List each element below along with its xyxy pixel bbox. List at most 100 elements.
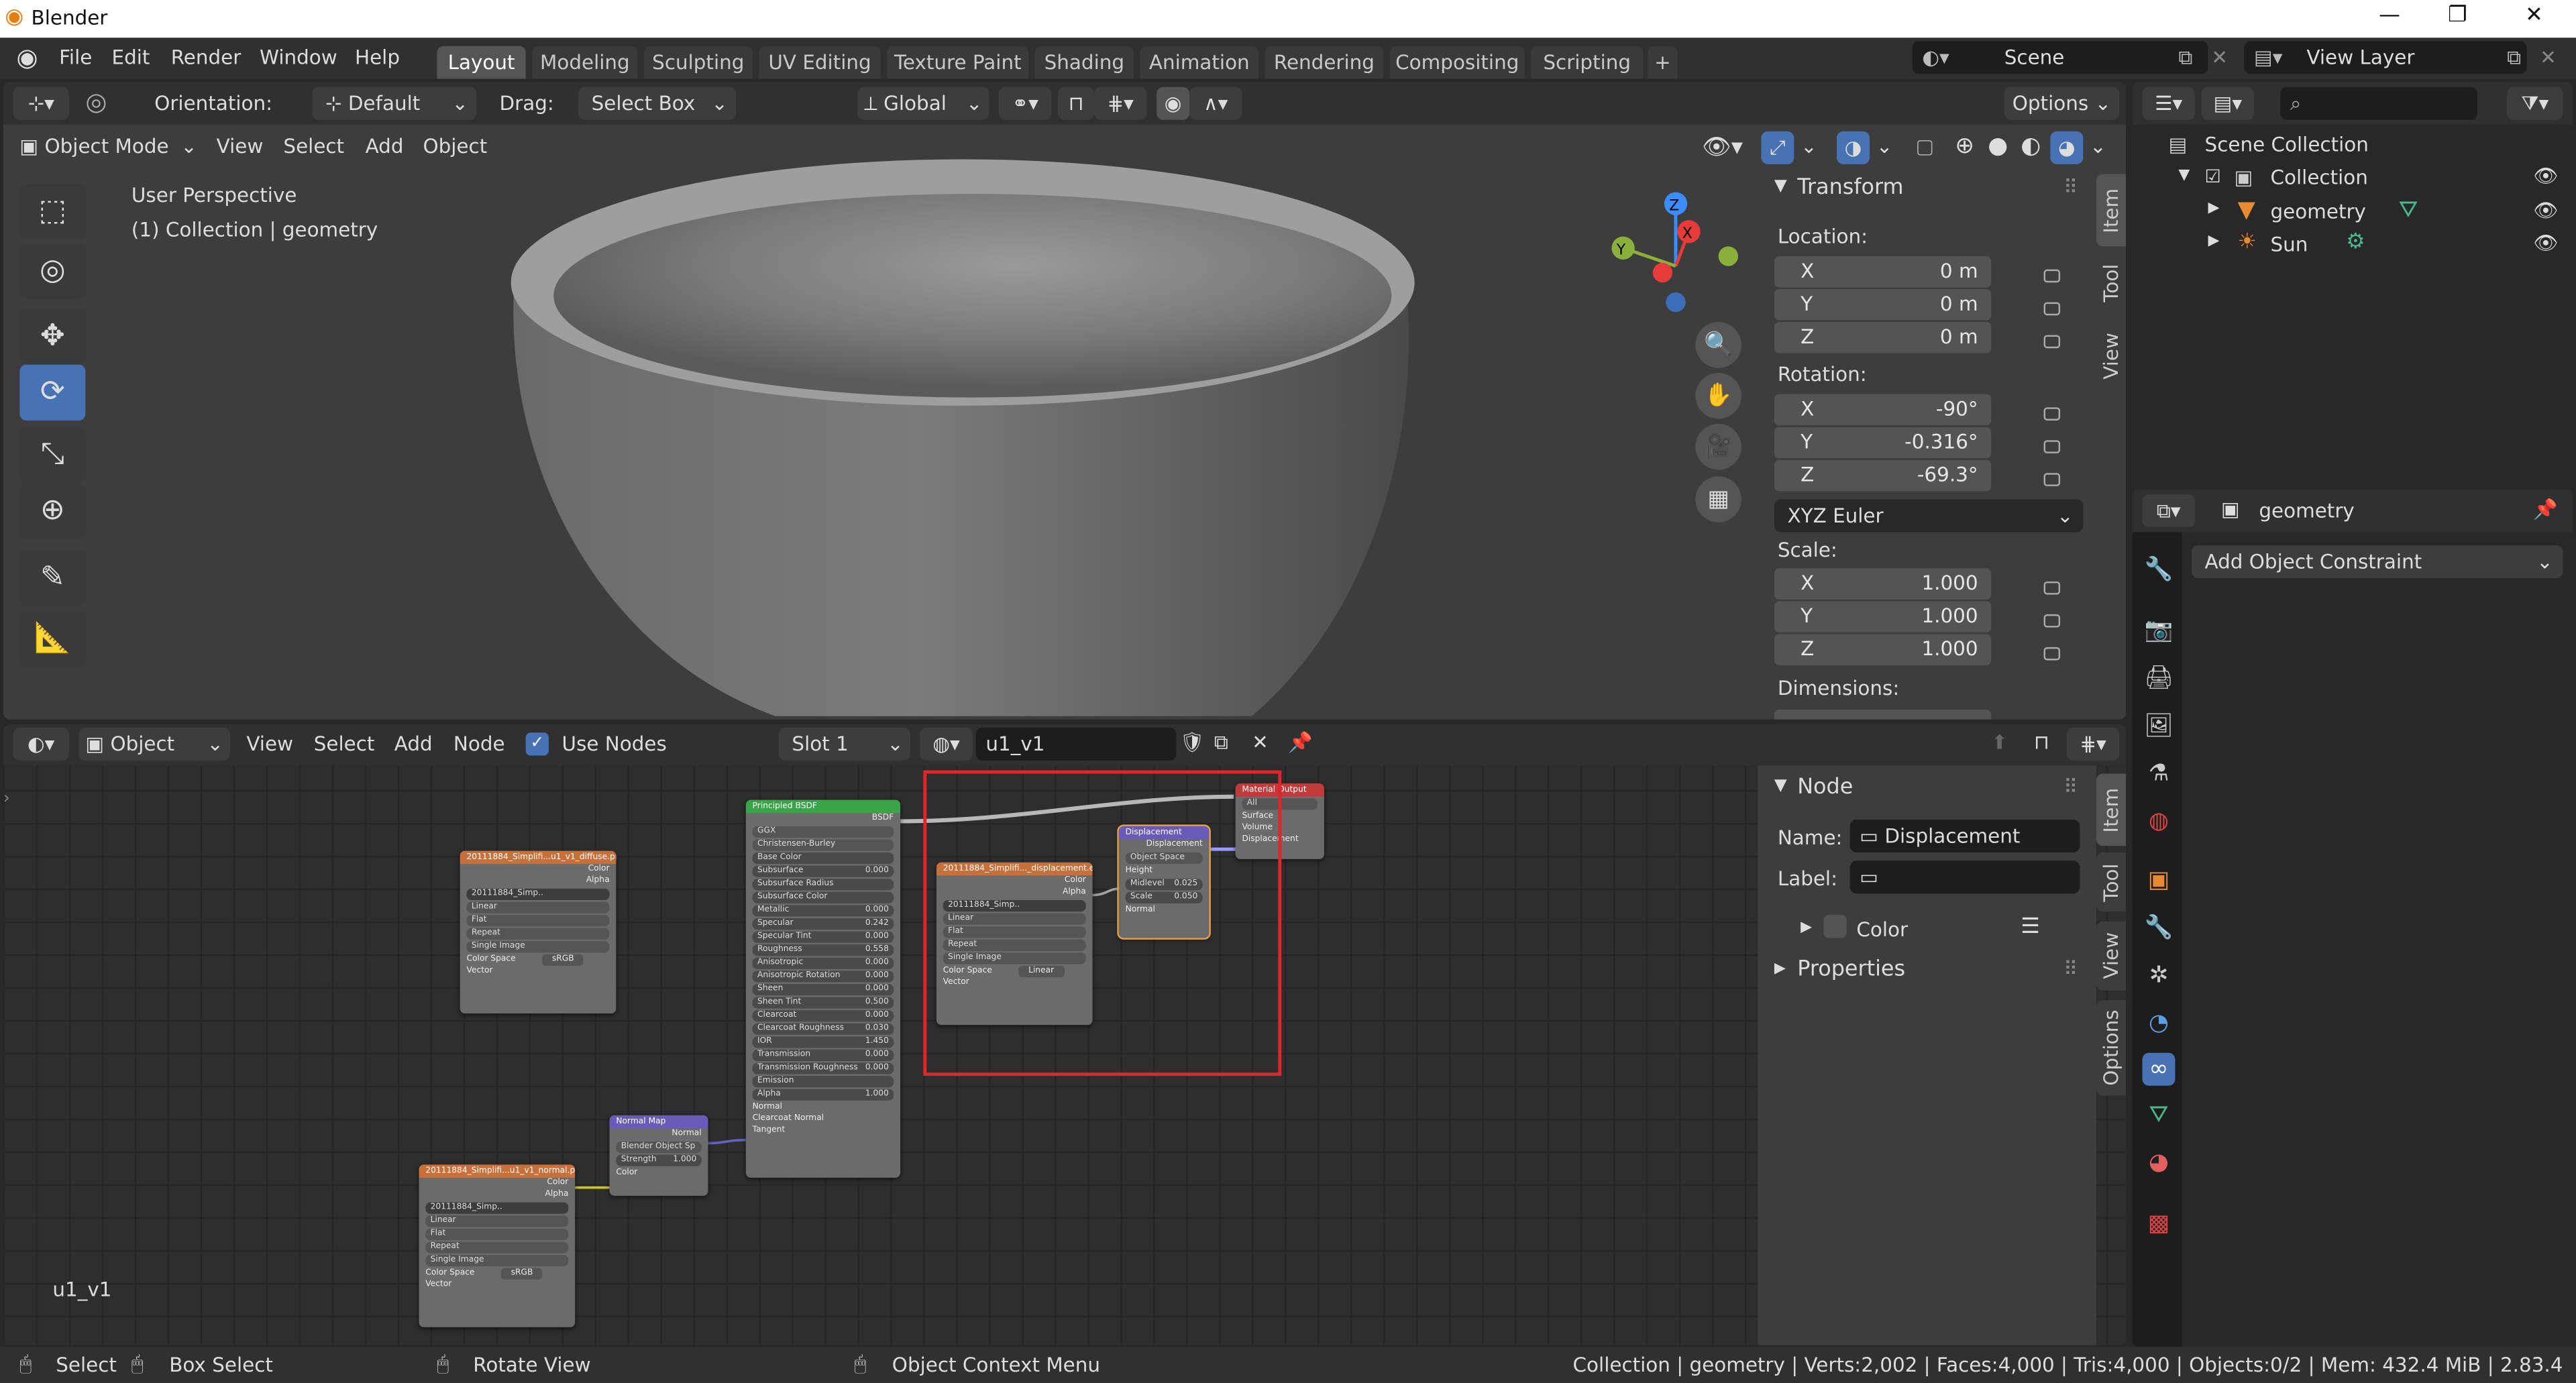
snap-node-icon[interactable]: ⊓ bbox=[2034, 731, 2049, 754]
xray-icon[interactable]: ▢ bbox=[1916, 135, 1935, 158]
eye-icon[interactable]: 👁 bbox=[2533, 199, 2558, 221]
color-expand-icon[interactable]: ▶ bbox=[1801, 920, 1812, 936]
data-properties-icon[interactable]: ⛛ bbox=[2142, 1099, 2175, 1131]
expand-collection-icon[interactable]: ▼ bbox=[2178, 168, 2190, 184]
bsdf-input-row[interactable]: Anisotropic 0.000 bbox=[752, 957, 894, 969]
bsdf-input-row[interactable]: IOR 1.450 bbox=[752, 1036, 894, 1048]
location-x-field[interactable]: X 0 m bbox=[1774, 256, 1992, 288]
lock-icon[interactable] bbox=[2043, 614, 2061, 628]
location-y-field[interactable]: Y 0 m bbox=[1774, 289, 1992, 321]
shader-node-editor[interactable]: ◐▾ ▣ Object ⌄ View Select Add Node ✓ Use … bbox=[3, 724, 2127, 1345]
material-properties-icon[interactable]: ◕ bbox=[2142, 1146, 2175, 1179]
tab-rendering[interactable]: Rendering bbox=[1265, 46, 1384, 79]
color-space-row[interactable]: Color Space sRGB bbox=[419, 1268, 575, 1280]
tab-modeling[interactable]: Modeling bbox=[532, 46, 638, 79]
scale-tool[interactable]: ⤡ bbox=[19, 427, 86, 484]
remove-scene-icon[interactable]: ✕ bbox=[2211, 46, 2228, 69]
projection-dropdown[interactable]: Flat bbox=[466, 915, 610, 927]
lock-icon[interactable] bbox=[2043, 647, 2061, 661]
filter-button[interactable]: ⧩▾ bbox=[2507, 87, 2563, 120]
output-properties-icon[interactable]: 🖨 bbox=[2142, 662, 2175, 695]
transform-tool[interactable]: ⊕ bbox=[19, 483, 86, 539]
properties-editor-type-button[interactable]: ⧉▾ bbox=[2142, 494, 2195, 528]
node-sidebar-tab-options[interactable]: Options bbox=[2096, 1000, 2127, 1096]
outliner-editor-type-button[interactable]: ☰▾ bbox=[2142, 87, 2195, 120]
wireframe-shading-icon[interactable]: ⊕ bbox=[1955, 133, 1974, 159]
color-space-row[interactable]: Color Space sRGB bbox=[460, 954, 616, 966]
menu-file[interactable]: File bbox=[59, 46, 92, 69]
snap-toggle[interactable]: ⊓ bbox=[1058, 87, 1095, 120]
solid-shading-icon[interactable]: ● bbox=[1988, 133, 2008, 159]
tool-settings-icon[interactable]: ◎ bbox=[85, 87, 107, 117]
bsdf-input-row[interactable]: Clearcoat 0.000 bbox=[752, 1010, 894, 1022]
display-mode-button[interactable]: ▤▾ bbox=[2201, 87, 2255, 120]
bsdf-input-row[interactable]: Transmission 0.000 bbox=[752, 1049, 894, 1062]
rotate-tool[interactable]: ⟳ bbox=[19, 364, 86, 421]
tab-shading[interactable]: Shading bbox=[1034, 46, 1134, 79]
lock-icon[interactable] bbox=[2043, 407, 2061, 421]
add-workspace-button[interactable]: + bbox=[1648, 46, 1678, 79]
bsdf-input-row[interactable]: Subsurface Color bbox=[752, 891, 894, 903]
lock-icon[interactable] bbox=[2043, 302, 2061, 316]
diffuse-image-texture-node[interactable]: 20111884_Simplifi...u1_v1_diffuse.png Co… bbox=[460, 850, 616, 1014]
tab-uv-editing[interactable]: UV Editing bbox=[759, 46, 881, 79]
camera-view-icon[interactable]: 🎥 bbox=[1695, 423, 1741, 470]
view-layer-selector[interactable]: ▤▾ View Layer ⧉ bbox=[2244, 41, 2527, 74]
bsdf-input-row[interactable]: Specular Tint 0.000 bbox=[752, 931, 894, 943]
projection-dropdown[interactable]: Flat bbox=[425, 1228, 569, 1240]
dimensions-x-field[interactable] bbox=[1774, 709, 1992, 720]
source-dropdown[interactable]: Single Image bbox=[466, 941, 610, 953]
bsdf-input-row[interactable]: Subsurface 0.000 bbox=[752, 865, 894, 877]
world-properties-icon[interactable]: ◍ bbox=[2142, 805, 2175, 838]
rotation-mode-dropdown[interactable]: XYZ Euler ⌄ bbox=[1774, 499, 2084, 533]
transform-collapse-icon[interactable]: ▼ bbox=[1774, 177, 1787, 195]
scale-z-field[interactable]: Z 1.000 bbox=[1774, 634, 1992, 665]
properties-expand-icon[interactable]: ▶ bbox=[1774, 961, 1786, 977]
sidebar-tab-item[interactable]: Item bbox=[2096, 174, 2127, 247]
bsdf-input-row[interactable]: Transmission Roughness 0.000 bbox=[752, 1062, 894, 1074]
remove-view-layer-icon[interactable]: ✕ bbox=[2540, 46, 2557, 69]
expand-geometry-icon[interactable]: ▶ bbox=[2208, 201, 2219, 217]
tab-layout[interactable]: Layout bbox=[437, 46, 526, 79]
node-sidebar-tab-tool[interactable]: Tool bbox=[2096, 852, 2127, 912]
scene-properties-icon[interactable]: ⚗ bbox=[2142, 757, 2175, 790]
subsurface-method-dropdown[interactable]: Christensen-Burley bbox=[752, 839, 894, 851]
bsdf-input-row[interactable]: Sheen 0.000 bbox=[752, 983, 894, 996]
drag-handle-icon[interactable]: ⠿ bbox=[2063, 176, 2078, 199]
bsdf-input-row[interactable]: Subsurface Radius bbox=[752, 879, 894, 891]
maximize-button[interactable]: ❐ bbox=[2448, 3, 2467, 28]
move-tool[interactable]: ✥ bbox=[19, 309, 86, 365]
tab-scripting[interactable]: Scripting bbox=[1531, 46, 1643, 79]
tab-animation[interactable]: Animation bbox=[1140, 46, 1258, 79]
parent-node-tree-icon[interactable]: ⬆ bbox=[1991, 731, 2008, 754]
copy-scene-icon[interactable]: ⧉ bbox=[2178, 41, 2192, 74]
node-snap-target-button[interactable]: ⋕▾ bbox=[2066, 727, 2120, 761]
render-properties-icon[interactable]: 📷 bbox=[2142, 614, 2175, 647]
constraint-properties-icon[interactable]: ∞ bbox=[2142, 1052, 2176, 1086]
select-box-tool[interactable]: ⬚ bbox=[19, 184, 86, 240]
bsdf-input-row[interactable]: Specular 0.242 bbox=[752, 918, 894, 930]
eye-icon[interactable]: 👁 bbox=[2533, 231, 2558, 254]
tab-compositing[interactable]: Compositing bbox=[1389, 46, 1525, 79]
lock-icon[interactable] bbox=[2043, 440, 2061, 453]
gizmo-toggle[interactable]: ⤢ bbox=[1761, 131, 1794, 164]
menu-window[interactable]: Window bbox=[260, 46, 337, 69]
scene-selector[interactable]: ◐▾ Scene ⧉ bbox=[1912, 41, 2208, 74]
viewport-3d[interactable]: ⊹▾ ◎ Orientation: ⊹ Default ⌄ Drag: Selec… bbox=[3, 82, 2127, 720]
normal-map-node[interactable]: Normal Map Normal Blender Object Sp Stre… bbox=[609, 1115, 708, 1196]
light-data-icon[interactable]: ⚙ bbox=[2346, 230, 2365, 255]
blender-menu-icon[interactable]: ◉ bbox=[16, 43, 38, 72]
snap-target-button[interactable]: ⋕▾ bbox=[1094, 87, 1147, 120]
outliner-item-sun[interactable]: Sun bbox=[2271, 233, 2308, 256]
close-button[interactable]: ✕ bbox=[2525, 3, 2543, 28]
normal-image-texture-node[interactable]: 20111884_Simplifi...u1_v1_normal.png Col… bbox=[419, 1164, 576, 1327]
rotation-x-field[interactable]: X -90° bbox=[1774, 394, 1992, 426]
bsdf-input-row[interactable]: Anisotropic Rotation 0.000 bbox=[752, 971, 894, 983]
minimize-button[interactable]: — bbox=[2379, 3, 2400, 28]
cursor-tool[interactable]: ◎ bbox=[19, 243, 86, 299]
node-sidebar-tab-view[interactable]: View bbox=[2096, 921, 2127, 991]
node-label-field[interactable]: ▭ bbox=[1849, 861, 2080, 894]
rotation-z-field[interactable]: Z -69.3° bbox=[1774, 459, 1992, 492]
bsdf-input-row[interactable]: Alpha 1.000 bbox=[752, 1089, 894, 1101]
tab-texture-paint[interactable]: Texture Paint bbox=[887, 46, 1029, 79]
